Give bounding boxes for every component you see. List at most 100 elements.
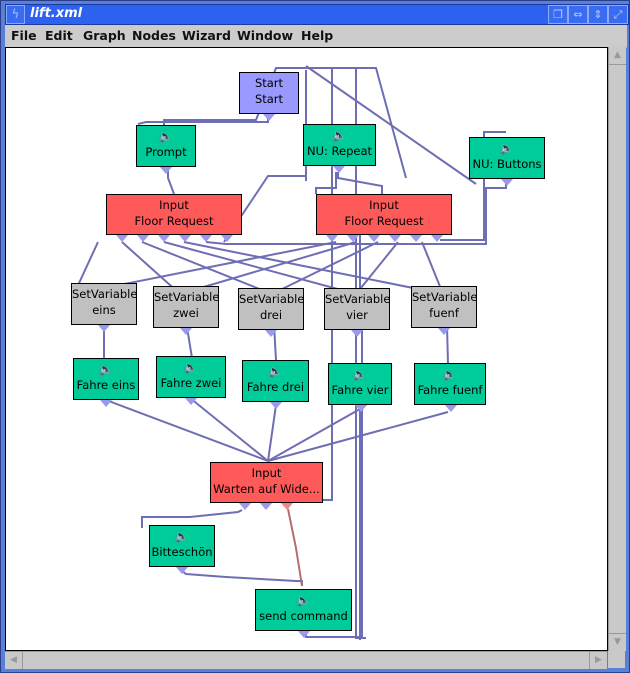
node-label: Floor Request [344,214,424,228]
maximize-vertical-icon[interactable]: ⇕ [588,5,608,24]
output-port[interactable] [438,328,450,335]
node-setvariable-vier[interactable]: SetVariable vier [324,288,391,337]
node-label: eins [92,303,116,317]
output-port[interactable] [410,235,422,242]
node-input-warten[interactable]: Input Warten auf Wide... [210,462,323,510]
node-type: SetVariable [412,290,478,304]
node-fahre-vier[interactable]: 🔈 Fahre vier [328,363,392,412]
node-type: Input [251,466,282,480]
window-menu-icon[interactable]: ϟ [6,5,25,24]
node-label: Fahre drei [246,380,305,394]
maximize-horizontal-icon[interactable]: ⇔ [568,5,588,24]
node-setvariable-zwei[interactable]: SetVariable zwei [153,286,220,335]
node-prompt[interactable]: 🔈 Prompt [136,125,196,174]
menu-window[interactable]: Window [237,28,293,43]
output-port[interactable] [179,235,191,242]
output-port[interactable] [298,631,310,638]
node-setvariable-drei[interactable]: SetVariable drei [238,288,305,337]
output-port[interactable] [333,166,345,173]
iconify-icon[interactable]: ❐ [548,5,568,24]
node-start[interactable]: Start Start [239,72,299,121]
output-port[interactable] [263,114,275,121]
output-port[interactable] [221,235,233,242]
output-port[interactable] [351,330,363,337]
node-type: SetVariable [325,292,391,306]
node-label: Fahre eins [76,378,136,392]
output-port[interactable] [180,328,192,335]
output-port[interactable] [355,405,367,412]
node-setvariable-eins[interactable]: SetVariable eins [71,283,137,332]
menu-bar: File Edit Graph Nodes Wizard Window Help [5,25,627,48]
output-port[interactable] [389,235,401,242]
output-port[interactable] [368,235,380,242]
error-port[interactable] [281,503,293,510]
speaker-icon: 🔈 [174,529,190,543]
vertical-scrollbar[interactable]: ▲ ▼ [608,47,626,651]
output-port[interactable] [445,405,457,412]
menu-graph[interactable]: Graph [83,28,126,43]
maximize-icon[interactable]: ⤢ [608,5,628,24]
node-label: fuenf [429,306,459,320]
output-port[interactable] [116,235,128,242]
node-fahre-fuenf[interactable]: 🔈 Fahre fuenf [414,363,486,412]
node-type: Start [254,76,284,90]
output-port[interactable] [185,398,197,405]
output-port[interactable] [137,235,149,242]
node-setvariable-fuenf[interactable]: SetVariable fuenf [411,286,478,335]
speaker-icon: 🔈 [499,141,515,155]
node-label: drei [259,308,283,322]
speaker-icon: 🔈 [332,128,347,142]
edge [267,408,361,462]
scroll-down-arrow[interactable]: ▼ [609,633,626,651]
edge [181,570,303,586]
scroll-left-arrow[interactable]: ◀ [5,652,23,669]
output-port[interactable] [326,235,338,242]
node-label: vier [346,308,368,322]
node-type: Input [369,198,399,212]
scroll-up-arrow[interactable]: ▲ [609,47,626,65]
title-bar[interactable]: ϟ lift.xml ❐ ⇔ ⇕ ⤢ [5,4,629,25]
node-type: SetVariable [239,292,305,306]
node-send-command[interactable]: 🔈 send command [255,589,352,638]
output-port[interactable] [501,179,513,186]
node-bitteschoen[interactable]: 🔈 Bitteschön [149,525,215,574]
output-port[interactable] [160,167,172,174]
speaker-icon: 🔈 [158,129,174,143]
node-nu-repeat[interactable]: 🔈 NU: Repeat [303,124,376,173]
menu-wizard[interactable]: Wizard [182,28,231,43]
node-fahre-eins[interactable]: 🔈 Fahre eins [73,358,139,407]
output-port[interactable] [239,503,251,510]
edge [189,397,269,462]
output-port[interactable] [100,400,112,407]
output-port[interactable] [158,235,170,242]
node-label: send command [259,609,348,623]
output-port[interactable] [265,330,277,337]
output-port[interactable] [176,567,188,574]
menu-nodes[interactable]: Nodes [132,28,176,43]
edge-error [287,508,303,587]
output-port[interactable] [260,503,272,510]
node-input-floor-request-1[interactable]: Input Floor Request [106,194,242,242]
speaker-icon: 🔈 [268,364,283,378]
output-port[interactable] [431,235,443,242]
menu-file[interactable]: File [11,28,37,43]
output-port[interactable] [270,402,282,409]
speaker-icon: 🔈 [98,362,114,376]
node-input-floor-request-2[interactable]: Input Floor Request [316,194,452,242]
node-label: Fahre zwei [160,376,222,390]
output-port[interactable] [200,235,212,242]
scroll-right-arrow[interactable]: ▶ [589,652,607,669]
horizontal-scrollbar[interactable]: ◀ ▶ [5,651,607,669]
output-port[interactable] [347,235,359,242]
menu-edit[interactable]: Edit [45,28,73,43]
menu-help[interactable]: Help [301,28,333,43]
node-fahre-drei[interactable]: 🔈 Fahre drei [242,360,309,409]
node-type: SetVariable [154,290,220,304]
graph-canvas[interactable]: Start Start 🔈 Prompt 🔈 NU: Repeat 🔈 NU: … [5,47,608,651]
node-nu-buttons[interactable]: 🔈 NU: Buttons [469,137,545,186]
node-fahre-zwei[interactable]: 🔈 Fahre zwei [156,356,226,405]
edge [267,411,449,462]
output-port[interactable] [98,325,110,332]
edge [105,399,269,462]
edge [337,172,383,194]
